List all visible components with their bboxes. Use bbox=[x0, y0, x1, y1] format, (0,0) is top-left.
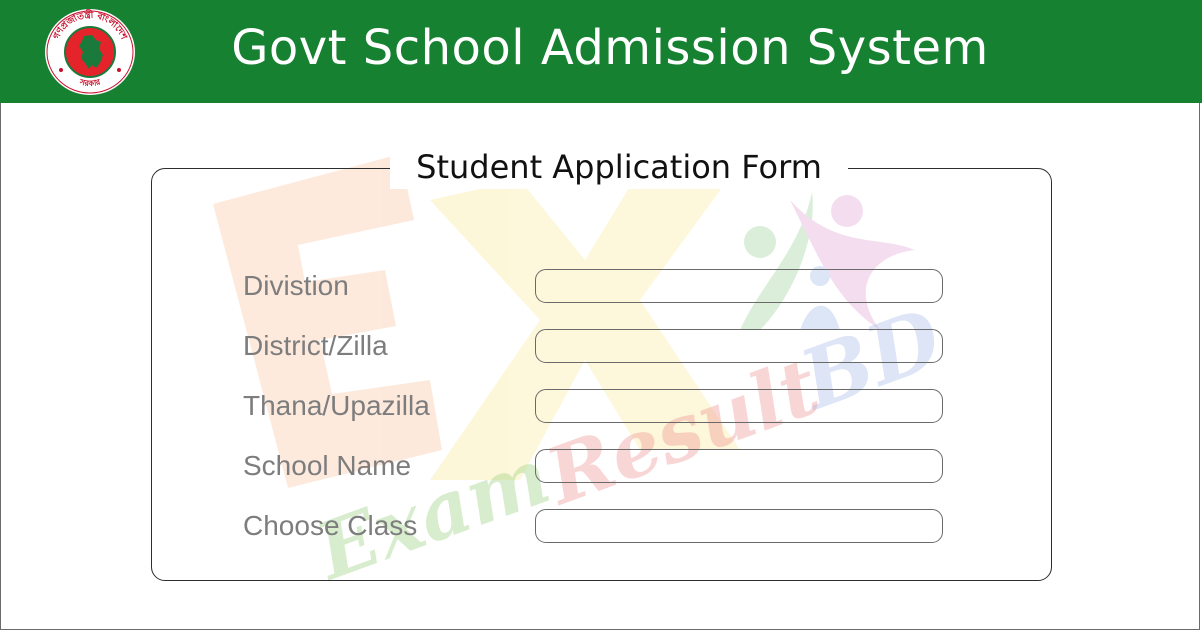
district-label: District/Zilla bbox=[243, 330, 388, 361]
form-row-school-name: School Name bbox=[242, 449, 947, 485]
school-name-input[interactable] bbox=[535, 449, 943, 483]
form-row-class: Choose Class bbox=[242, 509, 947, 545]
choose-class-input[interactable] bbox=[535, 509, 943, 543]
thana-label: Thana/Upazilla bbox=[243, 390, 430, 421]
form-row-thana: Thana/Upazilla bbox=[242, 389, 947, 425]
school-name-label: School Name bbox=[243, 450, 412, 481]
header-bar: গণপ্রজাতন্ত্রী বাংলাদেশ সরকার Govt Schoo… bbox=[0, 0, 1202, 103]
form-row-division: Divistion bbox=[242, 269, 947, 305]
choose-class-label: Choose Class bbox=[243, 510, 418, 541]
page-title: Govt School Admission System bbox=[231, 20, 989, 76]
division-label: Divistion bbox=[243, 270, 349, 301]
thana-input[interactable] bbox=[535, 389, 943, 423]
bangladesh-government-seal-icon: গণপ্রজাতন্ত্রী বাংলাদেশ সরকার bbox=[45, 8, 135, 95]
district-input[interactable] bbox=[535, 329, 943, 363]
division-input[interactable] bbox=[535, 269, 943, 303]
form-legend: Student Application Form bbox=[390, 145, 848, 189]
form-row-district: District/Zilla bbox=[242, 329, 947, 365]
